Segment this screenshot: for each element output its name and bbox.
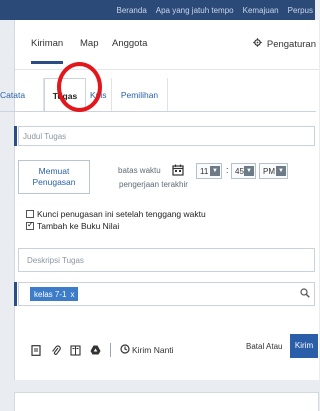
chevron-down-icon: ▼	[210, 166, 220, 176]
post-button[interactable]: Kirim	[290, 334, 318, 358]
cancel-button[interactable]: Batal Atau	[246, 342, 282, 351]
compose-type-tabs: Catata Tugas Kuis Pemilihan	[0, 78, 316, 112]
library-icon[interactable]	[70, 344, 81, 356]
ampm-value: PM	[263, 166, 275, 176]
attachment-toolbar: Kirim Nanti	[30, 343, 174, 357]
deadline-label: batas waktu	[118, 166, 161, 175]
title-focus-bar	[14, 126, 17, 146]
gradebook-option[interactable]: Tambah ke Buku Nilai	[26, 220, 120, 231]
top-nav-links: Beranda Apa yang jatuh tempo Kemajuan Pe…	[117, 0, 315, 20]
title-placeholder: Judul Tugas	[23, 132, 67, 141]
nav-library[interactable]: Perpus	[288, 6, 313, 15]
nav-home[interactable]: Beranda	[117, 6, 147, 15]
load-assignment-label: Memuat Penugasan	[32, 166, 76, 187]
recipient-tag-label: kelas 7-1	[34, 289, 67, 299]
chevron-down-icon: ▼	[244, 166, 254, 176]
tabs-divider	[0, 111, 316, 112]
ampm-select[interactable]: PM ▼	[259, 163, 288, 179]
nav-progress[interactable]: Kemajuan	[243, 6, 279, 15]
description-placeholder: Deskripsi Tugas	[27, 256, 84, 265]
toolbar-divider	[110, 343, 111, 357]
tab-folder[interactable]: Map	[80, 38, 98, 49]
recipient-tag: kelas 7-1 x	[30, 287, 79, 301]
minute-select[interactable]: 45 ▼	[231, 163, 256, 179]
deadline-sub-label: pengerjaan terakhir	[119, 180, 188, 189]
settings-button[interactable]: Pengaturan	[253, 38, 316, 50]
lock-after-due-checkbox[interactable]	[26, 210, 34, 218]
top-navigation-bar: Beranda Apa yang jatuh tempo Kemajuan Pe…	[0, 0, 315, 20]
time-separator: :	[226, 165, 229, 175]
gear-icon	[253, 38, 262, 50]
tab-members[interactable]: Anggota	[112, 38, 147, 49]
file-icon[interactable]	[30, 344, 41, 356]
remove-recipient-button[interactable]: x	[70, 290, 74, 299]
next-post-card	[14, 392, 319, 411]
lock-after-due-label: Kunci penugasan ini setelah tenggang wak…	[37, 209, 206, 219]
nav-due[interactable]: Apa yang jatuh tempo	[156, 6, 234, 15]
gradebook-label: Tambah ke Buku Nilai	[37, 221, 120, 231]
assignment-description-input[interactable]: Deskripsi Tugas	[18, 248, 315, 272]
load-assignment-button[interactable]: Memuat Penugasan	[18, 160, 90, 194]
hour-select[interactable]: 11 ▼	[196, 163, 222, 179]
paperclip-icon[interactable]	[50, 345, 61, 356]
schedule-button[interactable]: Kirim Nanti	[120, 344, 174, 356]
chevron-down-icon: ▼	[276, 166, 286, 176]
search-icon[interactable]	[300, 288, 310, 300]
clock-icon	[120, 344, 130, 356]
assignment-title-input[interactable]: Judul Tugas	[18, 126, 315, 146]
group-tabs: Kiriman Map Anggota Pengaturan	[15, 20, 319, 70]
google-drive-icon[interactable]	[90, 345, 101, 356]
tab-posts[interactable]: Kiriman	[31, 38, 64, 64]
tab-poll[interactable]: Pemilihan	[112, 78, 168, 112]
tab-note[interactable]: Catata	[0, 78, 44, 112]
recipients-focus-bar	[14, 282, 17, 306]
gradebook-checkbox[interactable]	[26, 220, 34, 230]
hour-value: 11	[200, 166, 209, 176]
schedule-label: Kirim Nanti	[132, 345, 174, 355]
settings-label: Pengaturan	[266, 38, 316, 50]
annotation-circle	[57, 62, 102, 112]
minute-value: 45	[235, 166, 244, 176]
calendar-icon[interactable]	[172, 164, 184, 176]
lock-after-due-option[interactable]: Kunci penugasan ini setelah tenggang wak…	[26, 209, 206, 219]
